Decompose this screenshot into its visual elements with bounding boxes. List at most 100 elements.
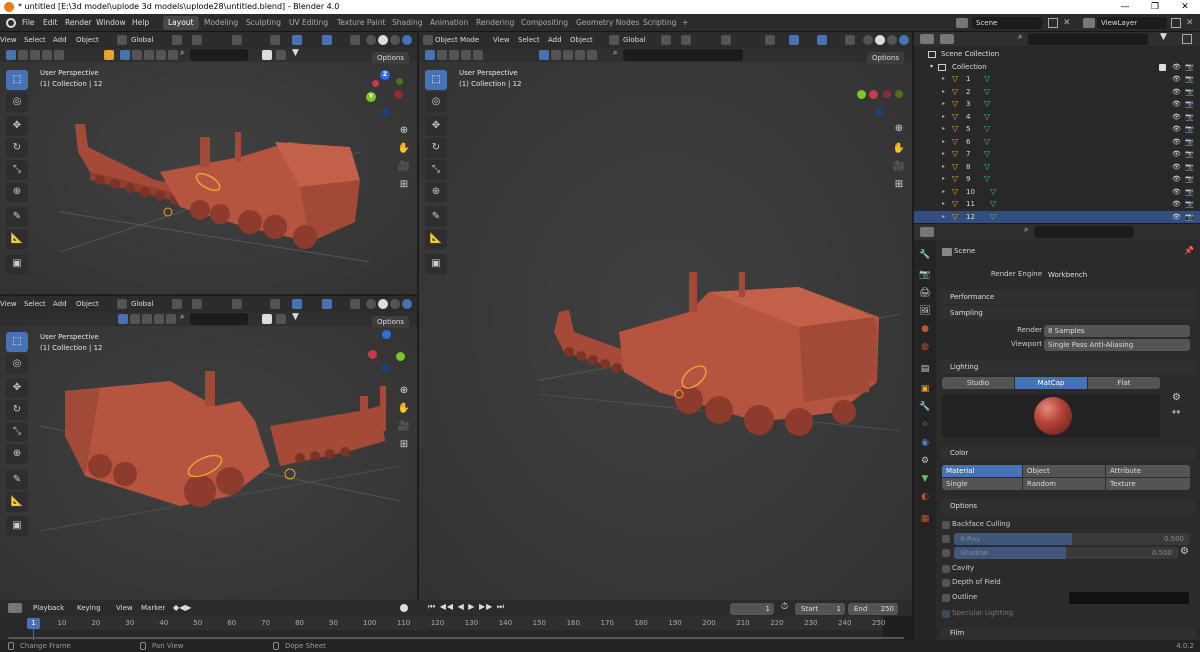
output-tab-icon[interactable]: 🖨 xyxy=(918,286,932,300)
cursor-tool[interactable]: ◎ xyxy=(6,92,28,112)
shading-wireframe-icon[interactable] xyxy=(366,35,376,45)
object-tab-icon[interactable]: ▣ xyxy=(918,382,932,396)
shading-rendered-icon[interactable] xyxy=(402,299,412,309)
select-intersect-icon[interactable] xyxy=(54,50,64,60)
gizmo-x-neg[interactable] xyxy=(883,90,891,98)
menu-edit[interactable]: Edit xyxy=(43,14,58,32)
render-tab-icon[interactable]: 📷 xyxy=(918,268,932,282)
viewport-top-left[interactable]: View Select Add Object Global ⌕ ▼ Option… xyxy=(0,32,417,294)
tab-modeling[interactable]: Modeling xyxy=(199,16,243,30)
eye-icon[interactable]: 👁 xyxy=(1172,161,1181,174)
eye-icon[interactable]: 👁 xyxy=(1172,111,1181,124)
keyframe-icons[interactable]: ◆◀▶ xyxy=(173,603,191,612)
search-icon[interactable]: ⌕ xyxy=(1018,32,1022,42)
backface-culling-checkbox[interactable] xyxy=(942,521,950,529)
lighting-matcap-button[interactable]: MatCap xyxy=(1015,377,1087,389)
outliner-item[interactable]: ▸ ▽ 6 ▽ 👁 📷 xyxy=(914,136,1200,149)
outliner-item[interactable]: ▸ ▽ 7 ▽ 👁 📷 xyxy=(914,148,1200,161)
select-invert-icon[interactable] xyxy=(42,50,52,60)
search-icon[interactable]: ⌕ xyxy=(180,312,184,322)
navigation-gizmo[interactable] xyxy=(855,80,905,120)
menu-render[interactable]: Render xyxy=(65,14,92,32)
shading-solid-icon[interactable] xyxy=(875,35,885,45)
film-panel-header[interactable]: Film xyxy=(940,627,1196,639)
matcap-preview[interactable] xyxy=(942,394,1160,438)
sampling-panel-header[interactable]: Sampling xyxy=(940,306,1196,320)
proportional-edit-icon[interactable] xyxy=(721,35,731,45)
outliner-collection[interactable]: ▾ Collection 👁 📷 xyxy=(914,61,1200,74)
select-box-tool[interactable]: ⬚ xyxy=(6,332,28,352)
pivot-icon[interactable] xyxy=(172,35,182,45)
transform-tool[interactable]: ⊕ xyxy=(6,444,28,464)
gizmo-z-neg[interactable] xyxy=(382,108,390,116)
eye-icon[interactable]: 👁 xyxy=(1172,73,1181,86)
gizmo-toggle-icon[interactable] xyxy=(789,35,799,45)
tab-sculpting[interactable]: Sculpting xyxy=(241,16,286,30)
transform-tool[interactable]: ⊕ xyxy=(425,182,447,202)
data-tab-icon[interactable]: ▼ xyxy=(918,472,932,486)
zoom-icon[interactable]: ⊕ xyxy=(397,124,411,138)
color-object-button[interactable]: Object xyxy=(1023,465,1105,477)
eye-icon[interactable]: 👁 xyxy=(1172,123,1181,136)
shading-wireframe-icon[interactable] xyxy=(366,299,376,309)
filter-4-icon[interactable] xyxy=(575,50,585,60)
eye-icon[interactable]: 👁 xyxy=(1172,136,1181,149)
add-cube-tool[interactable]: ▣ xyxy=(6,516,28,536)
shadow-slider[interactable]: Shadow 0.500 xyxy=(954,547,1178,559)
cursor-tool[interactable]: ◎ xyxy=(425,92,447,112)
shading-solid-icon[interactable] xyxy=(378,35,388,45)
eye-icon[interactable]: 👁 xyxy=(1172,148,1181,161)
shading-rendered-icon[interactable] xyxy=(899,35,909,45)
playback-controls[interactable]: ⏮ ◀◀ ◀ ▶ ▶▶ ⏭ xyxy=(428,602,505,612)
rotate-tool[interactable]: ↻ xyxy=(425,138,447,158)
checkbox-icon[interactable] xyxy=(1159,63,1166,71)
measure-tool[interactable]: 📐 xyxy=(425,229,447,249)
xray-toggle-icon[interactable] xyxy=(350,299,360,309)
color-random-button[interactable]: Random xyxy=(1023,478,1105,490)
outliner-item[interactable]: ▸ ▽ 1 ▽ 👁 📷 xyxy=(914,73,1200,86)
end-frame-field[interactable]: End 250 xyxy=(848,603,898,615)
scene-tab-icon[interactable]: ● xyxy=(918,322,932,336)
outliner-item[interactable]: ▸ ▽ 8 ▽ 👁 📷 xyxy=(914,161,1200,174)
truck-model[interactable] xyxy=(60,112,370,262)
render-camera-icon[interactable]: 📷 xyxy=(1185,173,1194,186)
move-tool[interactable]: ✥ xyxy=(425,116,447,136)
shading-rendered-icon[interactable] xyxy=(402,35,412,45)
eye-icon[interactable]: 👁 xyxy=(1172,173,1181,186)
menu-view[interactable]: View xyxy=(0,296,17,312)
clock-icon[interactable]: ⏱ xyxy=(781,602,788,612)
playhead[interactable]: 1 xyxy=(27,618,40,629)
material-tab-icon[interactable]: ◐ xyxy=(918,490,932,504)
proportional-edit-icon[interactable] xyxy=(232,299,242,309)
render-camera-icon[interactable]: 📷 xyxy=(1185,98,1194,111)
gizmo-y-axis[interactable]: Y xyxy=(366,92,376,102)
new-scene-icon[interactable] xyxy=(1048,18,1058,28)
expand-icon[interactable]: ▸ xyxy=(942,123,945,136)
mode-icon[interactable] xyxy=(423,35,433,45)
zoom-icon[interactable]: ⊕ xyxy=(892,122,906,136)
viewport-bottom-left[interactable]: View Select Add Object Global ⌕ ▼ Option… xyxy=(0,296,417,600)
minimize-button[interactable]: — xyxy=(1110,0,1140,14)
viewport-main[interactable]: Object Mode View Select Add Object Globa… xyxy=(419,32,912,600)
tab-compositing[interactable]: Compositing xyxy=(516,16,573,30)
visibility-icon[interactable] xyxy=(270,35,280,45)
truck-model[interactable] xyxy=(40,366,400,536)
select-extend-icon[interactable] xyxy=(437,50,447,60)
select-intersect-icon[interactable] xyxy=(473,50,483,60)
new-icon[interactable] xyxy=(262,314,272,324)
render-camera-icon[interactable]: 📷 xyxy=(1185,161,1194,174)
viewlayer-field[interactable]: ViewLayer xyxy=(1097,17,1167,29)
pan-hand-icon[interactable]: ✋ xyxy=(397,142,411,156)
orientation-dropdown[interactable]: Global xyxy=(623,32,645,48)
shadow-settings-icon[interactable]: ⚙ xyxy=(1180,546,1189,557)
pivot-icon[interactable] xyxy=(661,35,671,45)
filter-icon[interactable] xyxy=(539,50,549,60)
expand-icon[interactable]: ▸ xyxy=(942,211,945,224)
playback-menu[interactable]: Playback xyxy=(33,600,64,616)
expand-icon[interactable]: ▸ xyxy=(942,186,945,199)
overlay-toggle-icon[interactable] xyxy=(817,35,827,45)
outliner-item[interactable]: ▸ ▽ 10 ▽ 👁 📷 xyxy=(914,186,1200,199)
outliner-item[interactable]: ▸ ▽ 4 ▽ 👁 📷 xyxy=(914,111,1200,124)
list-icon[interactable] xyxy=(276,314,286,324)
funnel-icon[interactable]: ▼ xyxy=(1160,32,1167,42)
